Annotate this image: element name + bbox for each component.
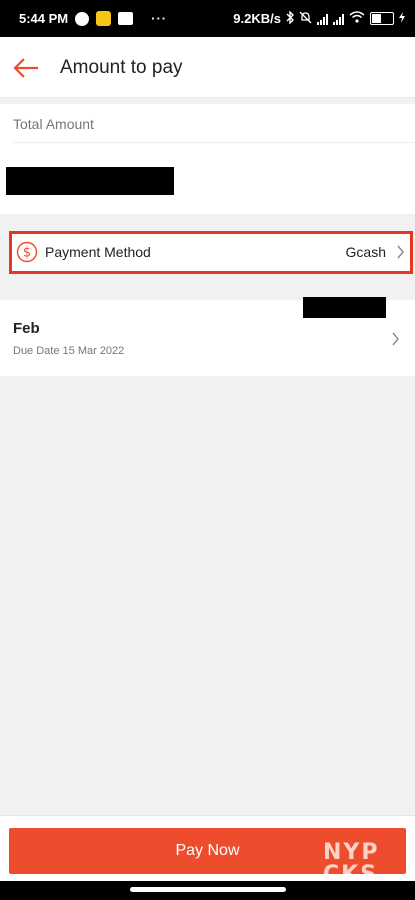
- dollar-circle-icon: $: [16, 241, 38, 263]
- bill-due-date: Due Date 15 Mar 2022: [13, 345, 125, 357]
- navigation-bar: [0, 881, 415, 900]
- message-icon: [118, 12, 134, 25]
- signal-icon: [317, 13, 328, 25]
- net-speed: 9.2KB/s: [233, 11, 281, 26]
- total-amount-redacted: [6, 167, 174, 195]
- payment-method-row[interactable]: $ Payment Method Gcash: [9, 231, 413, 274]
- payment-method-label: Payment Method: [45, 244, 151, 260]
- signal-icon-2: [333, 13, 344, 25]
- battery-icon: [370, 12, 394, 25]
- bill-month: Feb: [13, 320, 40, 337]
- bill-item[interactable]: Feb Due Date 15 Mar 2022: [0, 297, 415, 376]
- more-notifications-icon: ···: [151, 11, 168, 26]
- watermark-line-1: NYP: [323, 840, 380, 865]
- chevron-right-icon: [392, 332, 399, 346]
- bluetooth-icon: [286, 9, 294, 27]
- messenger-icon: [75, 11, 90, 26]
- arrow-left-icon: [13, 58, 38, 78]
- wifi-icon: [349, 11, 365, 26]
- page-title: Amount to pay: [60, 57, 183, 78]
- mute-bell-icon: [299, 11, 312, 27]
- svg-text:$: $: [23, 246, 31, 261]
- chevron-right-icon: [397, 245, 404, 259]
- bill-amount-redacted: [303, 297, 386, 318]
- back-button[interactable]: [10, 51, 44, 85]
- divider: [13, 142, 415, 143]
- home-indicator[interactable]: [130, 887, 286, 892]
- notification-app-icon: [96, 11, 112, 26]
- app-header: Amount to pay: [0, 37, 415, 98]
- status-time: 5:44 PM: [19, 11, 69, 26]
- payment-method-value: Gcash: [345, 244, 386, 260]
- charging-icon: [399, 11, 405, 26]
- total-amount-card: Total Amount: [0, 104, 415, 214]
- status-bar: 5:44 PM ··· 9.2KB/s: [0, 0, 415, 37]
- total-amount-label: Total Amount: [13, 116, 94, 132]
